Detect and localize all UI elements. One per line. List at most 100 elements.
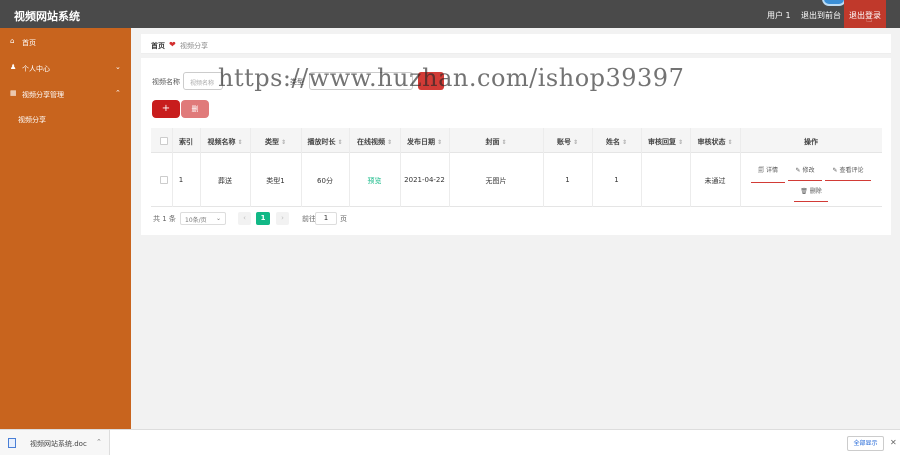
heart-icon: ❤ [169,40,176,49]
chevron-up-icon: ⌃ [115,89,121,97]
edit-label: 修改 [802,167,815,174]
column-header-label: 类型 [264,138,279,146]
prev-page-button[interactable]: ‹ [238,212,251,225]
page-size-value: 10条/页 [185,217,207,224]
sort-icon: ⇕ [572,139,579,146]
column-header-cover[interactable]: 封面 ⇕ [449,137,543,147]
cell-date: 2021-04-22 [404,176,445,184]
add-button[interactable]: + [152,100,180,118]
app-title: 视频网站系统 [14,10,80,23]
view-comments-label: 查看评论 [839,167,864,174]
column-header-label: 视频名称 [207,138,236,146]
row-checkbox[interactable] [160,176,168,184]
column-header-label: 封面 [485,138,500,146]
detail-icon: 🗐 [758,167,766,174]
sidebar-subitem-label: 视频分享 [18,116,46,124]
top-bar: 视频网站系统 用户 1 退出到前台 退出登录 ☝ [0,0,900,28]
notification-bubble [822,0,846,6]
cell-video-name: 葬送 [218,177,232,185]
column-header-label: 在线视频 [356,138,385,146]
preview-link[interactable]: 预览 [349,176,400,186]
sidebar-item-label: 首页 [22,39,36,47]
breadcrumb-home[interactable]: 首页 [151,41,165,51]
goto-label: 前往 [302,215,316,223]
column-header-label: 审核状态 [697,138,726,146]
breadcrumb: 首页 ❤ 视频分享 [141,34,891,54]
column-header-label: 播放时长 [307,138,336,146]
mouse-cursor-icon: ☝ [866,14,873,25]
document-icon [8,438,16,448]
detail-label: 详情 [765,167,778,174]
grid-icon: ▦ [10,89,17,97]
sort-icon: ⇕ [386,139,393,146]
download-item[interactable]: 视频网站系统.doc ⌃ [0,430,110,455]
chevron-up-icon[interactable]: ⌃ [96,438,102,446]
column-header-label: 审核回复 [647,138,676,146]
video-name-label: 视频名称 [152,78,180,86]
sort-icon: ⇕ [621,139,628,146]
sort-icon: ⇕ [337,139,343,146]
trash-icon: 🗑 [800,188,810,195]
logout-label: 退出登录 [849,11,881,20]
cell-type: 类型1 [266,177,285,185]
sidebar: ⌂ 首页 ♟ 个人中心 ⌄ ▦ 视频分享管理 ⌃ 视频分享 [0,28,131,429]
chevron-down-icon: ⌄ [115,63,121,71]
edit-button[interactable]: ✎ 修改 [788,165,822,181]
sidebar-item-label: 视频分享管理 [22,91,64,99]
column-header-label: 姓名 [605,138,620,146]
sort-icon: ⇕ [436,139,443,146]
back-to-front-link[interactable]: 退出到前台 [801,10,841,21]
sort-icon: ⇕ [501,139,507,146]
column-header-index: 索引 [179,138,193,146]
pagination-total: 共 1 条 [153,215,176,223]
delete-button[interactable]: 删 [181,100,209,118]
column-header-status[interactable]: 审核状态 ⇕ [690,137,740,147]
cell-index: 1 [178,176,184,184]
page-suffix: 页 [340,215,347,223]
column-header-realname[interactable]: 姓名 ⇕ [592,137,641,147]
goto-page-input[interactable]: 1 [315,212,337,225]
cell-cover: 无图片 [485,177,507,185]
column-header-label: 发布日期 [406,138,435,146]
column-header-duration[interactable]: 播放时长 ⇕ [301,137,349,147]
person-icon: ♟ [10,63,17,71]
show-all-button[interactable]: 全部显示 [847,436,884,451]
column-header-operations: 操作 [804,138,818,146]
column-header-type[interactable]: 类型 ⇕ [250,137,301,147]
row-delete-button[interactable]: 🗑 删除 [794,186,828,202]
sort-icon: ⇕ [237,139,243,146]
sidebar-item-video-share-management[interactable]: ▦ 视频分享管理 ⌃ [0,82,131,106]
column-header-reply[interactable]: 审核回复 ⇕ [641,137,690,147]
home-icon: ⌂ [10,37,15,45]
logout-button[interactable]: 退出登录 [844,0,886,28]
download-bar: 视频网站系统.doc ⌃ 全部显示 ✕ [0,429,900,455]
watermark-text: https://www.huzhan.com/ishop39397 [218,64,685,92]
page-1-button[interactable]: 1 [256,212,270,225]
column-header-account[interactable]: 账号 ⇕ [543,137,592,147]
breadcrumb-current: 视频分享 [180,42,208,50]
column-header-video-name[interactable]: 视频名称 ⇕ [200,137,250,147]
column-header-date[interactable]: 发布日期 ⇕ [400,137,449,147]
cell-realname: 1 [614,176,619,184]
chevron-down-icon: ⌄ [215,215,221,222]
page-size-select[interactable]: 10条/页 ⌄ [180,212,226,225]
cell-status: 未通过 [704,177,726,185]
cell-duration: 60分 [317,177,333,185]
download-file-name: 视频网站系统.doc [30,440,87,448]
sort-icon: ⇕ [727,139,733,146]
sidebar-subitem-video-share[interactable]: 视频分享 [0,108,131,130]
video-name-input[interactable]: 视频名称 [183,72,223,90]
select-all-checkbox[interactable] [160,137,168,145]
close-icon[interactable]: ✕ [890,438,897,447]
column-header-online-video[interactable]: 在线视频 ⇕ [349,137,400,147]
sort-icon: ⇕ [280,139,287,146]
row-delete-label: 删除 [809,188,822,195]
sidebar-item-personal-center[interactable]: ♟ 个人中心 ⌄ [0,56,131,80]
view-comments-button[interactable]: ✎ 查看评论 [825,165,871,181]
sidebar-item-label: 个人中心 [22,65,50,73]
sort-icon: ⇕ [677,139,684,146]
cell-account: 1 [565,176,570,184]
next-page-button[interactable]: › [276,212,289,225]
detail-button[interactable]: 🗐 详情 [751,165,785,183]
sidebar-item-home[interactable]: ⌂ 首页 [0,30,131,54]
